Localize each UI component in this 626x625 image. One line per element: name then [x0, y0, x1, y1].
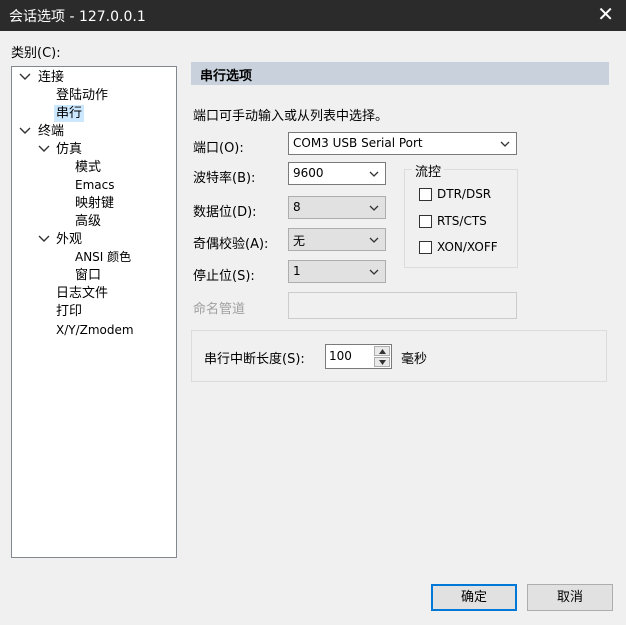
tree-item-ansi-color[interactable]: ANSI 颜色 [75, 249, 131, 266]
chevron-down-icon[interactable] [37, 232, 51, 246]
spin-down-button[interactable] [374, 357, 390, 367]
tree-item-modes[interactable]: 模式 [75, 159, 101, 176]
title-bar: 会话选项 - 127.0.0.1 ✕ [0, 0, 626, 31]
dtr-dsr-label: DTR/DSR [437, 187, 492, 201]
xon-xoff-label: XON/XOFF [437, 240, 498, 254]
stop-bits-combobox[interactable]: 1 [288, 260, 386, 283]
intro-text: 端口可手动输入或从列表中选择。 [193, 109, 389, 124]
xon-xoff-checkbox[interactable] [419, 241, 432, 254]
break-length-spinner[interactable]: 100 [325, 344, 392, 369]
tree-item-advanced[interactable]: 高级 [75, 213, 101, 230]
flow-control-title: 流控 [412, 161, 445, 180]
parity-label: 奇偶校验(A): [193, 237, 269, 252]
stop-bits-value: 1 [293, 264, 301, 278]
chevron-down-icon [369, 171, 379, 177]
tree-item-keymap[interactable]: 映射键 [75, 195, 114, 212]
category-tree[interactable]: 连接 登陆动作 串行 终端 仿真 模式 Emacs 映射键 高级 外观 ANSI… [11, 66, 177, 558]
rts-cts-label: RTS/CTS [437, 214, 487, 228]
chevron-down-icon [369, 269, 379, 275]
named-pipe-input [288, 292, 517, 319]
chevron-down-icon[interactable] [18, 70, 32, 84]
chevron-down-icon[interactable] [37, 142, 51, 156]
parity-combobox[interactable]: 无 [288, 228, 386, 251]
ok-button[interactable]: 确定 [431, 584, 517, 611]
baud-label: 波特率(B): [193, 171, 256, 186]
chevron-down-icon [369, 237, 379, 243]
dtr-dsr-checkbox[interactable] [419, 188, 432, 201]
data-bits-label: 数据位(D): [193, 205, 257, 220]
baud-value: 9600 [293, 166, 324, 180]
break-length-label: 串行中断长度(S): [204, 352, 305, 367]
chevron-down-icon[interactable] [18, 124, 32, 138]
spin-up-button[interactable] [374, 346, 390, 356]
named-pipe-label: 命名管道 [193, 302, 246, 317]
tree-item-connect[interactable]: 连接 [38, 69, 64, 86]
close-icon[interactable]: ✕ [597, 3, 614, 25]
tree-item-appearance[interactable]: 外观 [56, 231, 82, 248]
arrow-down-icon [379, 360, 386, 365]
rts-cts-checkbox[interactable] [419, 215, 432, 228]
arrow-up-icon [379, 349, 386, 354]
tree-item-window[interactable]: 窗口 [75, 267, 101, 284]
tree-item-xyzmodem[interactable]: X/Y/Zmodem [56, 322, 134, 339]
baud-combobox[interactable]: 9600 [288, 162, 386, 185]
data-bits-value: 8 [293, 200, 301, 214]
window-title: 会话选项 - 127.0.0.1 [9, 9, 146, 25]
stop-bits-label: 停止位(S): [193, 269, 255, 284]
chevron-down-icon [369, 205, 379, 211]
parity-value: 无 [293, 234, 306, 248]
tree-item-login-actions[interactable]: 登陆动作 [56, 87, 108, 104]
section-title: 串行选项 [200, 69, 253, 84]
port-combobox[interactable]: COM3 USB Serial Port [288, 132, 517, 155]
chevron-down-icon [500, 141, 510, 147]
tree-item-print[interactable]: 打印 [56, 303, 82, 320]
break-length-unit: 毫秒 [401, 352, 428, 367]
break-length-value[interactable]: 100 [329, 349, 352, 363]
category-label: 类别(C): [11, 46, 61, 61]
tree-item-emulation[interactable]: 仿真 [56, 141, 82, 158]
section-header: 串行选项 [191, 62, 609, 85]
tree-item-serial[interactable]: 串行 [54, 105, 85, 122]
cancel-button[interactable]: 取消 [527, 584, 613, 611]
data-bits-combobox[interactable]: 8 [288, 196, 386, 219]
tree-item-emacs[interactable]: Emacs [75, 177, 114, 194]
tree-item-log-file[interactable]: 日志文件 [56, 285, 108, 302]
port-value: COM3 USB Serial Port [293, 136, 423, 150]
tree-item-terminal[interactable]: 终端 [38, 123, 64, 140]
port-label: 端口(O): [193, 141, 244, 156]
